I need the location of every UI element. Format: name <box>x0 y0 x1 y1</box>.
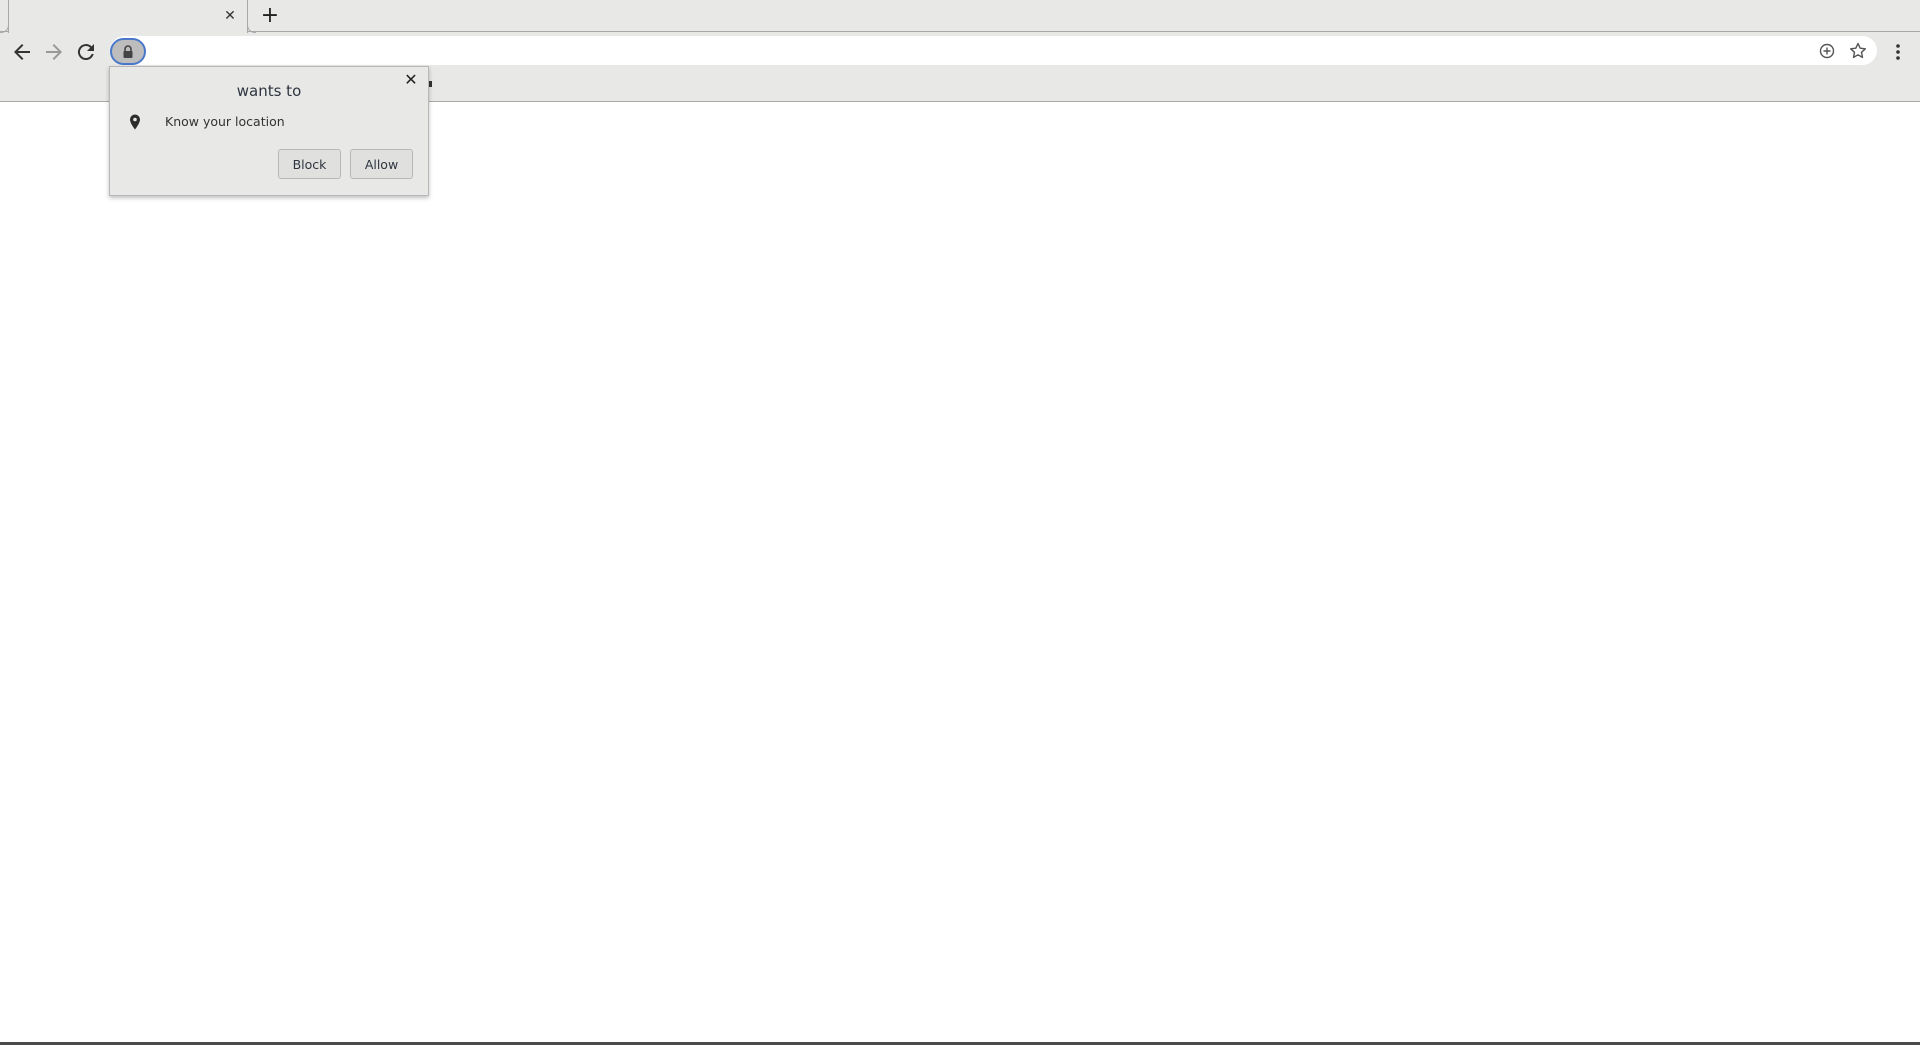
new-tab-button[interactable]: + <box>260 5 280 27</box>
bookmark-bar-fragment <box>429 81 432 87</box>
forward-button[interactable] <box>42 40 66 64</box>
allow-button[interactable]: Allow <box>350 149 413 179</box>
install-plus-circle-icon <box>1819 43 1835 59</box>
browser-tab[interactable]: ✕ <box>0 0 256 33</box>
site-info-button[interactable] <box>110 38 146 65</box>
tab-close-icon[interactable]: ✕ <box>222 8 238 24</box>
prompt-title: wants to <box>236 82 302 100</box>
reload-icon <box>77 44 94 61</box>
arrow-right-icon <box>46 44 62 60</box>
bookmark-button[interactable] <box>1847 40 1869 62</box>
close-icon[interactable]: ✕ <box>403 72 419 88</box>
address-bar[interactable] <box>110 36 1877 65</box>
block-button[interactable]: Block <box>278 149 341 179</box>
permission-label: Know your location <box>165 114 285 129</box>
page-content <box>0 102 1920 1042</box>
address-input[interactable] <box>154 40 1798 63</box>
tab-strip: ✕ + <box>0 0 1920 33</box>
install-app-button[interactable] <box>1816 40 1838 62</box>
star-icon <box>1850 42 1866 59</box>
reload-button[interactable] <box>74 40 98 64</box>
arrow-left-icon <box>14 44 30 60</box>
back-button[interactable] <box>10 40 34 64</box>
browser-menu-button[interactable] <box>1888 40 1908 64</box>
lock-icon <box>123 45 133 58</box>
location-pin-icon <box>130 114 140 130</box>
permission-prompt: wants to ✕ Know your location Block Allo… <box>109 66 429 196</box>
kebab-menu-icon <box>1896 44 1900 60</box>
